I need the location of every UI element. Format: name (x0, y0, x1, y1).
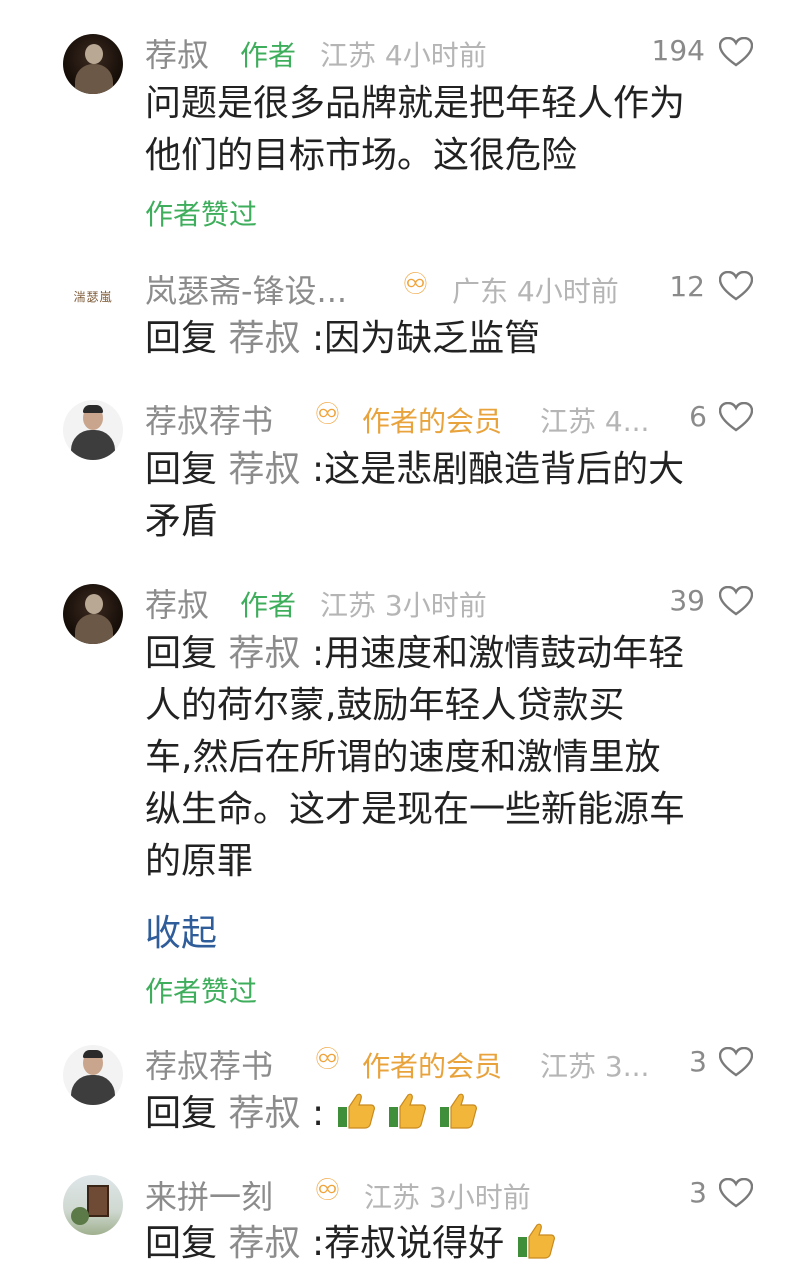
member-badge: 作者的会员 (362, 405, 503, 438)
text-line: 纵生命。这才是现在一些新能源车 (145, 789, 686, 830)
comment-author-name[interactable]: 荐叔荐书 (145, 1041, 273, 1087)
heart-icon[interactable] (719, 1047, 753, 1077)
text-line: 回复 荐叔 :用速度和激情鼓动年轻 (145, 628, 745, 680)
fan-badge-icon: ♾ (314, 1173, 341, 1208)
comment-meta: 江苏 4小时前 (320, 39, 487, 72)
text-line: 矛盾 (145, 501, 218, 542)
like-count: 194 (651, 34, 705, 67)
liked-by-author: 作者赞过 (145, 198, 258, 231)
avatar[interactable]: 湍瑟嵐 (63, 268, 123, 328)
like-count: 39 (669, 584, 705, 617)
fan-badge-icon: ♾ (314, 1042, 341, 1077)
reply-prefix: 回复 (145, 1223, 218, 1264)
comment-text: 回复 荐叔 :因为缺乏监管 (145, 313, 745, 365)
heart-icon[interactable] (719, 37, 753, 67)
like-count: 3 (689, 1176, 707, 1209)
reply-content: : (311, 1093, 325, 1134)
text-line: 问题是很多品牌就是把年轻人作为 (145, 83, 686, 124)
text-line: 回复 荐叔 :这是悲剧酿造背后的大 (145, 444, 745, 496)
comment-text: 回复 荐叔 : (145, 1088, 745, 1140)
avatar[interactable] (63, 1175, 123, 1235)
comment-text: 回复 荐叔 :荐叔说得好 (145, 1218, 745, 1270)
reply-to-name[interactable]: 荐叔 (228, 1093, 300, 1134)
thumbs-up-icon (337, 1093, 375, 1129)
heart-icon[interactable] (719, 402, 753, 432)
reply-prefix: 回复 (145, 1093, 218, 1134)
reply-prefix: 回复 (145, 633, 218, 674)
fan-badge-icon: ♾ (314, 397, 341, 432)
reply-content: :因为缺乏监管 (311, 318, 541, 359)
liked-by-author: 作者赞过 (145, 975, 258, 1008)
reply-to-name[interactable]: 荐叔 (228, 1223, 300, 1264)
author-badge: 作者 (240, 39, 297, 72)
like-count: 6 (689, 400, 707, 433)
reply-prefix: 回复 (145, 318, 218, 359)
author-badge: 作者 (240, 589, 297, 622)
avatar[interactable] (63, 34, 123, 94)
comment-text: 回复 荐叔 :用速度和激情鼓动年轻 人的荷尔蒙,鼓励年轻人贷款买 车,然后在所谓… (145, 628, 745, 888)
thumbs-up-icon (388, 1093, 426, 1129)
text-line: 人的荷尔蒙,鼓励年轻人贷款买 (145, 685, 625, 726)
comment-meta: 广东 4小时前 (452, 275, 619, 308)
reply-to-name[interactable]: 荐叔 (228, 318, 300, 359)
comment-author-name[interactable]: 荐叔 (145, 580, 209, 626)
avatar[interactable] (63, 584, 123, 644)
reply-prefix: 回复 (145, 449, 218, 490)
heart-icon[interactable] (719, 1178, 753, 1208)
fan-badge-icon: ♾ (402, 267, 429, 302)
reply-content: :荐叔说得好 (311, 1223, 505, 1264)
comment-author-name[interactable]: 荐叔 (145, 30, 209, 76)
thumbs-up-icon (440, 1093, 478, 1129)
thumbs-up-icon (517, 1223, 555, 1259)
avatar[interactable] (63, 400, 123, 460)
comment-author-name[interactable]: 荐叔荐书 (145, 396, 273, 442)
like-count: 3 (689, 1045, 707, 1078)
text-line: 他们的目标市场。这很危险 (145, 135, 578, 176)
like-count: 12 (669, 270, 705, 303)
reply-content: :用速度和激情鼓动年轻 (311, 633, 685, 674)
heart-icon[interactable] (719, 586, 753, 616)
comment-author-name[interactable]: 岚瑟斋-锋设... (145, 266, 347, 312)
heart-icon[interactable] (719, 271, 753, 301)
comment-meta: 江苏 3小时前 (320, 589, 487, 622)
text-line: 车,然后在所谓的速度和激情里放 (145, 737, 661, 778)
comment-author-name[interactable]: 来拼一刻 (145, 1172, 273, 1218)
reply-to-name[interactable]: 荐叔 (228, 449, 300, 490)
comment-text: 问题是很多品牌就是把年轻人作为 他们的目标市场。这很危险 (145, 78, 745, 182)
comment-meta: 江苏 3小时前 (364, 1181, 531, 1214)
member-badge: 作者的会员 (362, 1050, 503, 1083)
reply-to-name[interactable]: 荐叔 (228, 633, 300, 674)
avatar-seal-text: 湍瑟嵐 (73, 290, 113, 304)
avatar[interactable] (63, 1045, 123, 1105)
reply-content: :这是悲剧酿造背后的大 (311, 449, 685, 490)
text-line: 的原罪 (145, 841, 254, 882)
comment-text: 回复 荐叔 :这是悲剧酿造背后的大 矛盾 (145, 444, 745, 548)
collapse-link[interactable]: 收起 (145, 904, 217, 956)
